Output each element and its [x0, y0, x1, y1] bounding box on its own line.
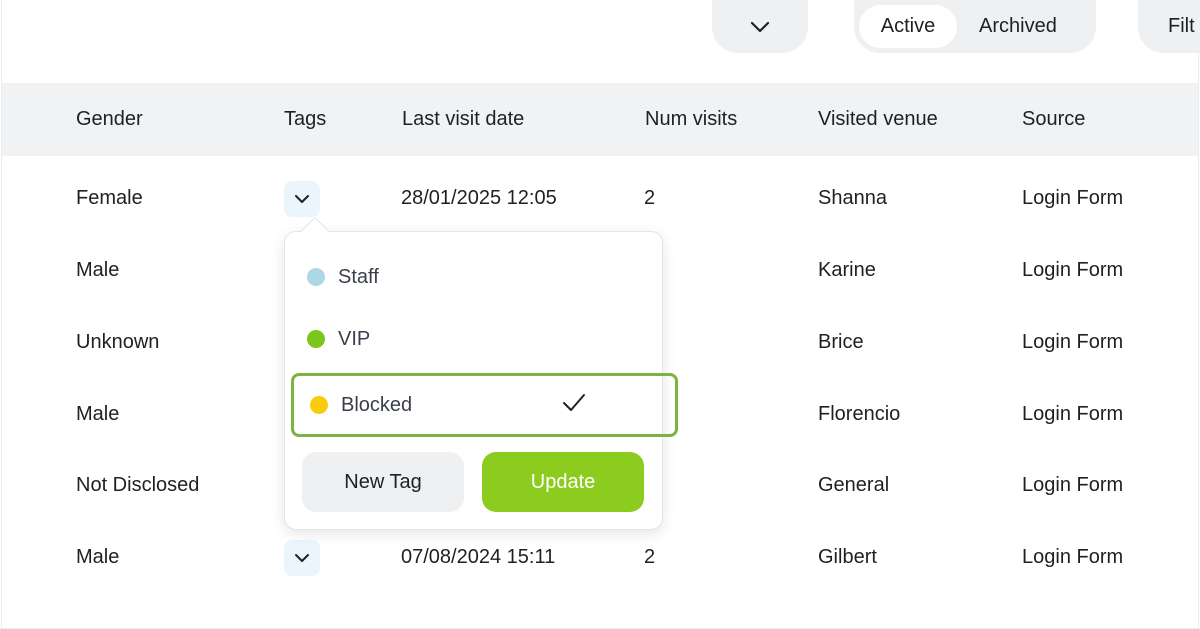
cell-num-visits: 2	[644, 546, 656, 568]
tag-option-label: VIP	[338, 327, 371, 350]
view-dropdown-button[interactable]	[712, 0, 808, 53]
cell-source: Login Form	[1022, 546, 1124, 568]
status-segmented-control: Active Archived	[854, 0, 1096, 53]
column-header-last-visit-date[interactable]: Last visit date	[402, 83, 524, 156]
cell-source: Login Form	[1022, 331, 1124, 353]
tag-option-staff[interactable]: Staff	[291, 246, 661, 308]
cell-visited-venue: General	[818, 474, 890, 496]
cell-visited-venue: Brice	[818, 331, 864, 353]
cell-gender: Not Disclosed	[76, 474, 200, 496]
tag-option-label: Blocked	[341, 393, 413, 416]
tag-color-dot	[307, 330, 325, 348]
chevron-down-icon	[295, 554, 309, 562]
cell-source: Login Form	[1022, 474, 1124, 496]
cell-last-visit-date: 07/08/2024 15:11	[401, 546, 556, 568]
segment-archived[interactable]: Archived	[957, 5, 1057, 48]
segment-active[interactable]: Active	[859, 5, 957, 48]
table-header: Gender Tags Last visit date Num visits V…	[2, 83, 1198, 156]
column-header-gender[interactable]: Gender	[76, 83, 143, 156]
new-tag-button[interactable]: New Tag	[302, 452, 464, 512]
checkmark-icon	[563, 394, 585, 411]
cell-visited-venue: Shanna	[818, 187, 887, 209]
tag-color-dot	[307, 268, 325, 286]
cell-gender: Male	[76, 403, 120, 425]
cell-visited-venue: Karine	[818, 259, 876, 281]
cell-source: Login Form	[1022, 187, 1124, 209]
tag-option-blocked[interactable]: Blocked	[291, 373, 678, 437]
column-header-source[interactable]: Source	[1022, 83, 1085, 156]
tags-dropdown-button[interactable]	[284, 540, 320, 576]
table-row[interactable]: Male 07/08/2024 15:11 2 Gilbert Login Fo…	[0, 535, 1200, 579]
cell-num-visits: 2	[644, 187, 656, 209]
column-header-tags[interactable]: Tags	[284, 83, 326, 156]
table-row[interactable]: Female 28/01/2025 12:05 2 Shanna Login F…	[0, 176, 1200, 220]
cell-gender: Female	[76, 187, 143, 209]
chevron-down-icon	[750, 21, 770, 32]
tag-option-label: Staff	[338, 265, 379, 288]
cell-gender: Male	[76, 259, 120, 281]
chevron-down-icon	[295, 195, 309, 203]
column-header-num-visits[interactable]: Num visits	[645, 83, 737, 156]
cell-source: Login Form	[1022, 403, 1124, 425]
tag-option-vip[interactable]: VIP	[291, 308, 661, 370]
cell-visited-venue: Florencio	[818, 403, 901, 425]
cell-visited-venue: Gilbert	[818, 546, 877, 568]
cell-source: Login Form	[1022, 259, 1124, 281]
cell-gender: Unknown	[76, 331, 160, 353]
cell-gender: Male	[76, 546, 120, 568]
filter-button[interactable]: Filt	[1138, 0, 1200, 53]
cell-last-visit-date: 28/01/2025 12:05	[401, 187, 557, 209]
update-button[interactable]: Update	[482, 452, 644, 512]
tags-dropdown-button[interactable]	[284, 181, 320, 217]
tag-color-dot	[310, 396, 328, 414]
column-header-visited-venue[interactable]: Visited venue	[818, 83, 938, 156]
